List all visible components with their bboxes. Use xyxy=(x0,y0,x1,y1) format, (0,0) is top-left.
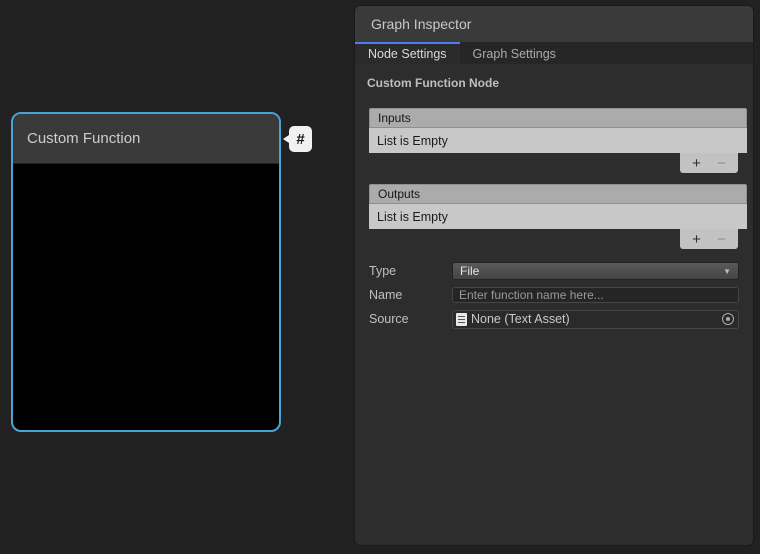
function-name-input[interactable] xyxy=(452,287,739,303)
outputs-remove-button[interactable]: − xyxy=(713,232,730,247)
inputs-empty-label: List is Empty xyxy=(377,134,448,148)
inputs-empty-row: List is Empty xyxy=(369,128,747,153)
outputs-list-footer: + − xyxy=(680,229,738,249)
outputs-list-header: Outputs xyxy=(369,184,747,204)
inputs-add-button[interactable]: + xyxy=(688,156,705,171)
object-picker-icon[interactable] xyxy=(722,313,734,325)
inputs-header-label: Inputs xyxy=(378,111,411,125)
type-field-row: Type File ▼ xyxy=(369,262,739,280)
type-label: Type xyxy=(369,264,452,278)
name-field-row: Name xyxy=(369,286,739,304)
source-field-row: Source None (Text Asset) xyxy=(369,310,739,328)
tab-label: Node Settings xyxy=(368,47,447,61)
node-fields: Type File ▼ Name Source None (Text Asset… xyxy=(369,262,739,328)
name-label: Name xyxy=(369,288,452,302)
type-dropdown-value: File xyxy=(460,264,479,278)
inputs-list-header: Inputs xyxy=(369,108,747,128)
hash-icon: # xyxy=(296,131,304,148)
outputs-empty-row: List is Empty xyxy=(369,204,747,229)
outputs-empty-label: List is Empty xyxy=(377,210,448,224)
outputs-list: Outputs List is Empty + − xyxy=(369,184,747,249)
source-object-field[interactable]: None (Text Asset) xyxy=(452,310,739,329)
node-title-bar[interactable]: Custom Function xyxy=(13,114,279,164)
inputs-remove-button[interactable]: − xyxy=(713,156,730,171)
panel-header: Graph Inspector xyxy=(355,6,753,42)
outputs-add-button[interactable]: + xyxy=(688,232,705,247)
type-dropdown[interactable]: File ▼ xyxy=(452,262,739,280)
inspector-tabs: Node Settings Graph Settings xyxy=(355,42,753,64)
custom-function-node[interactable]: Custom Function xyxy=(11,112,281,432)
panel-title: Graph Inspector xyxy=(371,16,471,32)
node-title: Custom Function xyxy=(27,130,140,147)
tab-node-settings[interactable]: Node Settings xyxy=(355,42,460,64)
tab-graph-settings[interactable]: Graph Settings xyxy=(460,42,569,64)
inputs-list-footer: + − xyxy=(680,153,738,173)
graph-inspector-panel: Graph Inspector Node Settings Graph Sett… xyxy=(354,5,754,546)
outputs-header-label: Outputs xyxy=(378,187,420,201)
section-title: Custom Function Node xyxy=(367,76,753,90)
inputs-list: Inputs List is Empty + − xyxy=(369,108,747,173)
tab-label: Graph Settings xyxy=(473,47,556,61)
chevron-down-icon: ▼ xyxy=(723,267,731,276)
source-label: Source xyxy=(369,312,452,326)
text-asset-icon xyxy=(456,313,467,326)
node-hash-badge: # xyxy=(289,126,312,152)
source-object-value: None (Text Asset) xyxy=(471,312,570,326)
